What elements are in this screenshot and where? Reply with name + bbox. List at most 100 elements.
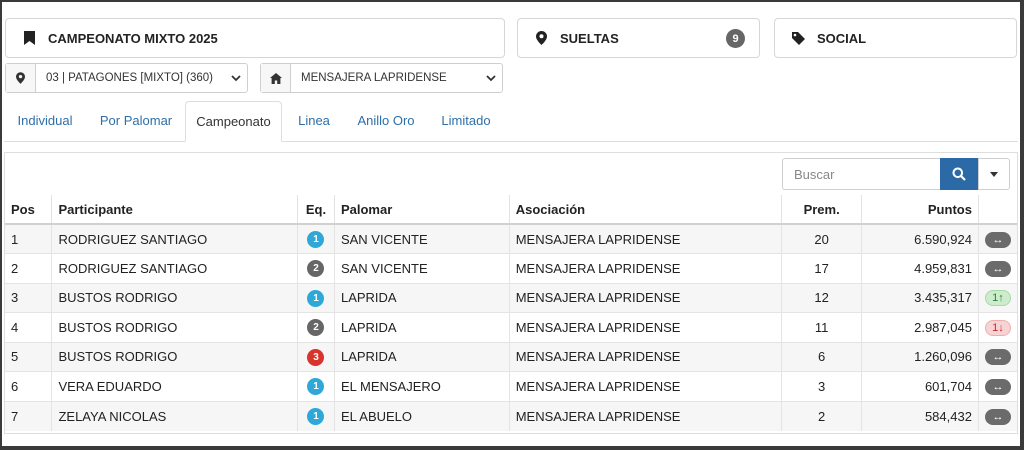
row-prem: 2 bbox=[781, 400, 862, 431]
social-label: SOCIAL bbox=[817, 30, 867, 46]
table-row[interactable]: 6 VERA EDUARDO 1 EL MENSAJERO MENSAJERA LAPR… bbox=[5, 371, 1017, 401]
sueltas-label: SUELTAS bbox=[560, 30, 619, 46]
row-loft: LAPRIDA bbox=[333, 282, 510, 313]
col-loft[interactable]: Palomar bbox=[333, 195, 510, 225]
team-badge: 3 bbox=[307, 348, 325, 366]
search-input[interactable]: Buscar bbox=[782, 158, 940, 190]
row-loft: EL MENSAJERO bbox=[333, 371, 510, 401]
row-association: MENSAJERA LAPRIDENSE bbox=[508, 223, 782, 254]
col-eq[interactable]: Eq. bbox=[296, 195, 335, 225]
row-points: 6.590,924 bbox=[861, 223, 979, 254]
table-row[interactable]: 7 ZELAYA NICOLAS 1 EL ABUELO MENSAJERA LAPRI… bbox=[5, 400, 1017, 431]
position-change-badge[interactable]: ↔ bbox=[984, 349, 1011, 366]
tab-anillo-oro[interactable]: Anillo Oro bbox=[346, 101, 426, 142]
row-pos: 7 bbox=[5, 400, 52, 431]
row-loft: SAN VICENTE bbox=[333, 253, 510, 283]
team-badge: 2 bbox=[307, 260, 325, 278]
caret-down-icon bbox=[990, 171, 998, 177]
row-pos: 4 bbox=[5, 312, 52, 342]
table-row[interactable]: 1 RODRIGUEZ SANTIAGO 1 SAN VICENTE MENSAJERA… bbox=[5, 223, 1017, 254]
row-participant: RODRIGUEZ SANTIAGO bbox=[51, 223, 298, 254]
championship-card[interactable]: CAMPEONATO MIXTO 2025 bbox=[5, 18, 505, 58]
map-marker-icon bbox=[6, 64, 36, 92]
row-loft: LAPRIDA bbox=[333, 341, 510, 372]
position-change-badge[interactable]: ↔ bbox=[984, 231, 1011, 248]
row-association: MENSAJERA LAPRIDENSE bbox=[508, 312, 782, 342]
row-prem: 20 bbox=[781, 223, 862, 254]
tab-limitado[interactable]: Limitado bbox=[428, 101, 504, 142]
col-pos[interactable]: Pos bbox=[5, 195, 52, 225]
sueltas-card[interactable]: SUELTAS 9 bbox=[517, 18, 760, 58]
options-dropdown-button[interactable] bbox=[978, 158, 1010, 190]
position-change-badge[interactable]: ↔ bbox=[984, 260, 1011, 277]
team-badge: 1 bbox=[307, 378, 325, 396]
row-participant: BUSTOS RODRIGO bbox=[51, 312, 298, 342]
sueltas-count-badge: 9 bbox=[726, 29, 745, 48]
row-prem: 12 bbox=[781, 282, 862, 313]
row-loft: SAN VICENTE bbox=[333, 223, 510, 254]
row-participant: ZELAYA NICOLAS bbox=[51, 400, 298, 431]
row-loft: LAPRIDA bbox=[333, 312, 510, 342]
row-prem: 3 bbox=[781, 371, 862, 401]
team-badge: 1 bbox=[307, 289, 325, 307]
row-pos: 3 bbox=[5, 282, 52, 313]
row-association: MENSAJERA LAPRIDENSE bbox=[508, 282, 782, 313]
row-points: 4.959,831 bbox=[861, 253, 979, 283]
row-points: 2.987,045 bbox=[861, 312, 979, 342]
search-button[interactable] bbox=[940, 158, 978, 190]
table-row[interactable]: 4 BUSTOS RODRIGO 2 LAPRIDA MENSAJERA LAPRIDE… bbox=[5, 312, 1017, 342]
row-association: MENSAJERA LAPRIDENSE bbox=[508, 371, 782, 401]
position-change-badge[interactable]: ↔ bbox=[984, 378, 1011, 395]
row-participant: BUSTOS RODRIGO bbox=[51, 341, 298, 372]
row-participant: BUSTOS RODRIGO bbox=[51, 282, 298, 313]
table-header-row: Pos Participante Eq. Palomar Asociación … bbox=[5, 195, 1017, 225]
position-change-badge[interactable]: ↔ bbox=[984, 408, 1011, 425]
row-prem: 6 bbox=[781, 341, 862, 372]
col-prem[interactable]: Prem. bbox=[781, 195, 862, 225]
row-pos: 1 bbox=[5, 223, 52, 254]
social-card[interactable]: SOCIAL bbox=[774, 18, 1017, 58]
row-pos: 2 bbox=[5, 253, 52, 283]
row-points: 1.260,096 bbox=[861, 341, 979, 372]
row-prem: 17 bbox=[781, 253, 862, 283]
row-points: 584,432 bbox=[861, 400, 979, 431]
location-select-value: 03 | PATAGONES [MIXTO] (360) bbox=[46, 72, 214, 84]
app-frame: CAMPEONATO MIXTO 2025 SUELTAS 9 SOCIAL 0… bbox=[2, 2, 1020, 446]
row-points: 3.435,317 bbox=[861, 282, 979, 313]
row-points: 601,704 bbox=[861, 371, 979, 401]
row-association: MENSAJERA LAPRIDENSE bbox=[508, 341, 782, 372]
association-select[interactable]: MENSAJERA LAPRIDENSE bbox=[260, 63, 503, 93]
position-change-badge[interactable]: 1↓ bbox=[984, 319, 1011, 336]
chevron-down-icon bbox=[225, 74, 247, 82]
tag-icon bbox=[789, 31, 807, 45]
association-select-value: MENSAJERA LAPRIDENSE bbox=[301, 72, 447, 84]
row-participant: RODRIGUEZ SANTIAGO bbox=[51, 253, 298, 283]
tab-por-palomar[interactable]: Por Palomar bbox=[88, 101, 184, 142]
championship-label: CAMPEONATO MIXTO 2025 bbox=[48, 30, 218, 46]
search-icon bbox=[952, 167, 966, 181]
team-badge: 1 bbox=[307, 231, 325, 248]
location-select[interactable]: 03 | PATAGONES [MIXTO] (360) bbox=[5, 63, 248, 93]
table-row[interactable]: 3 BUSTOS RODRIGO 1 LAPRIDA MENSAJERA LAPRIDE… bbox=[5, 282, 1017, 313]
col-trend bbox=[977, 195, 1017, 225]
tab-bar: Individual Por Palomar Campeonato Linea … bbox=[4, 101, 1018, 142]
table-row[interactable]: 5 BUSTOS RODRIGO 3 LAPRIDA MENSAJERA LAPRIDE… bbox=[5, 341, 1017, 372]
row-participant: VERA EDUARDO bbox=[51, 371, 298, 401]
team-badge: 2 bbox=[307, 319, 325, 337]
tab-linea[interactable]: Linea bbox=[284, 101, 344, 142]
tab-individual[interactable]: Individual bbox=[4, 101, 86, 142]
col-points[interactable]: Puntos bbox=[861, 195, 979, 225]
row-pos: 6 bbox=[5, 371, 52, 401]
tab-campeonato[interactable]: Campeonato bbox=[185, 101, 282, 142]
table-row[interactable]: 2 RODRIGUEZ SANTIAGO 2 SAN VICENTE MENSAJERA… bbox=[5, 253, 1017, 283]
col-participant[interactable]: Participante bbox=[51, 195, 298, 225]
row-association: MENSAJERA LAPRIDENSE bbox=[508, 253, 782, 283]
results-table: Pos Participante Eq. Palomar Asociación … bbox=[5, 195, 1017, 431]
position-change-badge[interactable]: 1↑ bbox=[984, 290, 1011, 307]
row-loft: EL ABUELO bbox=[333, 400, 510, 431]
team-badge: 1 bbox=[307, 408, 325, 425]
col-association[interactable]: Asociación bbox=[508, 195, 782, 225]
chevron-down-icon bbox=[480, 74, 502, 82]
row-prem: 11 bbox=[781, 312, 862, 342]
row-association: MENSAJERA LAPRIDENSE bbox=[508, 400, 782, 431]
